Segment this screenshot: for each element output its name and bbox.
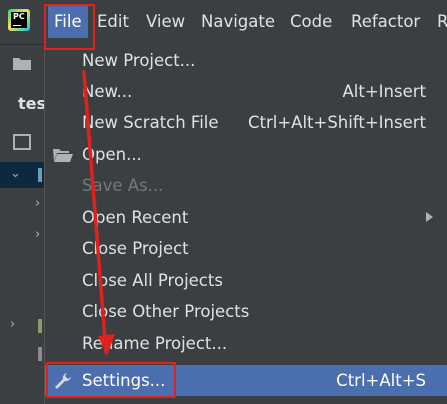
menu-item-close-project[interactable]: Close Project (45, 233, 447, 264)
menu-item-label: New Scratch File (82, 113, 219, 132)
menu-item-label: Rename Project... (82, 334, 228, 353)
folder-icon[interactable] (12, 56, 32, 71)
chevron-down-icon[interactable]: ⌄ (10, 166, 21, 181)
tree-node-marker (38, 347, 42, 361)
menu-item-new[interactable]: New... Alt+Insert (45, 76, 447, 107)
menu-item-label: New Project... (82, 51, 196, 70)
menu-item-new-project[interactable]: New Project... (45, 45, 447, 76)
annotation-highlight-file (44, 4, 95, 50)
menu-code[interactable]: Code (290, 8, 332, 36)
folder-open-icon (53, 149, 73, 162)
menu-item-open[interactable]: Open... (45, 139, 447, 170)
menu-run-partial[interactable]: R (437, 8, 447, 36)
chevron-right-icon[interactable]: › (10, 317, 15, 332)
menu-edit[interactable]: Edit (97, 8, 129, 36)
tree-node-marker (38, 319, 42, 333)
menu-refactor[interactable]: Refactor (351, 8, 420, 36)
menu-item-shortcut: Alt+Insert (342, 82, 427, 101)
chevron-right-icon[interactable]: › (35, 196, 40, 211)
ide-window: PC File Edit View Navigate Code Refactor… (0, 0, 447, 404)
menu-item-label: New... (82, 82, 133, 101)
project-panel-icon[interactable] (13, 134, 31, 150)
menu-item-label: Close Other Projects (82, 302, 250, 321)
menu-item-close-other-projects[interactable]: Close Other Projects (45, 296, 447, 327)
menu-view[interactable]: View (146, 8, 185, 36)
menu-item-label: Save As... (82, 176, 164, 195)
menu-item-label: Close Project (82, 239, 189, 258)
submenu-arrow-icon (426, 212, 433, 222)
menu-item-label: Open Recent (82, 208, 189, 227)
menu-item-save-as[interactable]: Save As... (45, 170, 447, 201)
menu-item-open-recent[interactable]: Open Recent (45, 202, 447, 233)
chevron-right-icon[interactable]: › (35, 227, 40, 242)
tree-node-marker (38, 168, 42, 182)
menu-item-close-all-projects[interactable]: Close All Projects (45, 265, 447, 296)
menu-item-label: Close All Projects (82, 271, 223, 290)
menu-item-rename-project[interactable]: Rename Project... (45, 328, 447, 359)
pycharm-logo-icon: PC (8, 9, 30, 31)
menu-item-new-scratch-file[interactable]: New Scratch File Ctrl+Alt+Shift+Insert (45, 107, 447, 138)
file-menu-dropdown: New Project... New... Alt+Insert New Scr… (44, 44, 447, 404)
menu-item-shortcut: Ctrl+Alt+S (336, 371, 426, 390)
menu-navigate[interactable]: Navigate (201, 8, 275, 36)
annotation-highlight-settings (46, 362, 176, 398)
menu-item-label: Open... (82, 145, 142, 164)
project-tab-label[interactable]: tes (18, 94, 46, 113)
menu-item-shortcut: Ctrl+Alt+Shift+Insert (247, 113, 426, 132)
